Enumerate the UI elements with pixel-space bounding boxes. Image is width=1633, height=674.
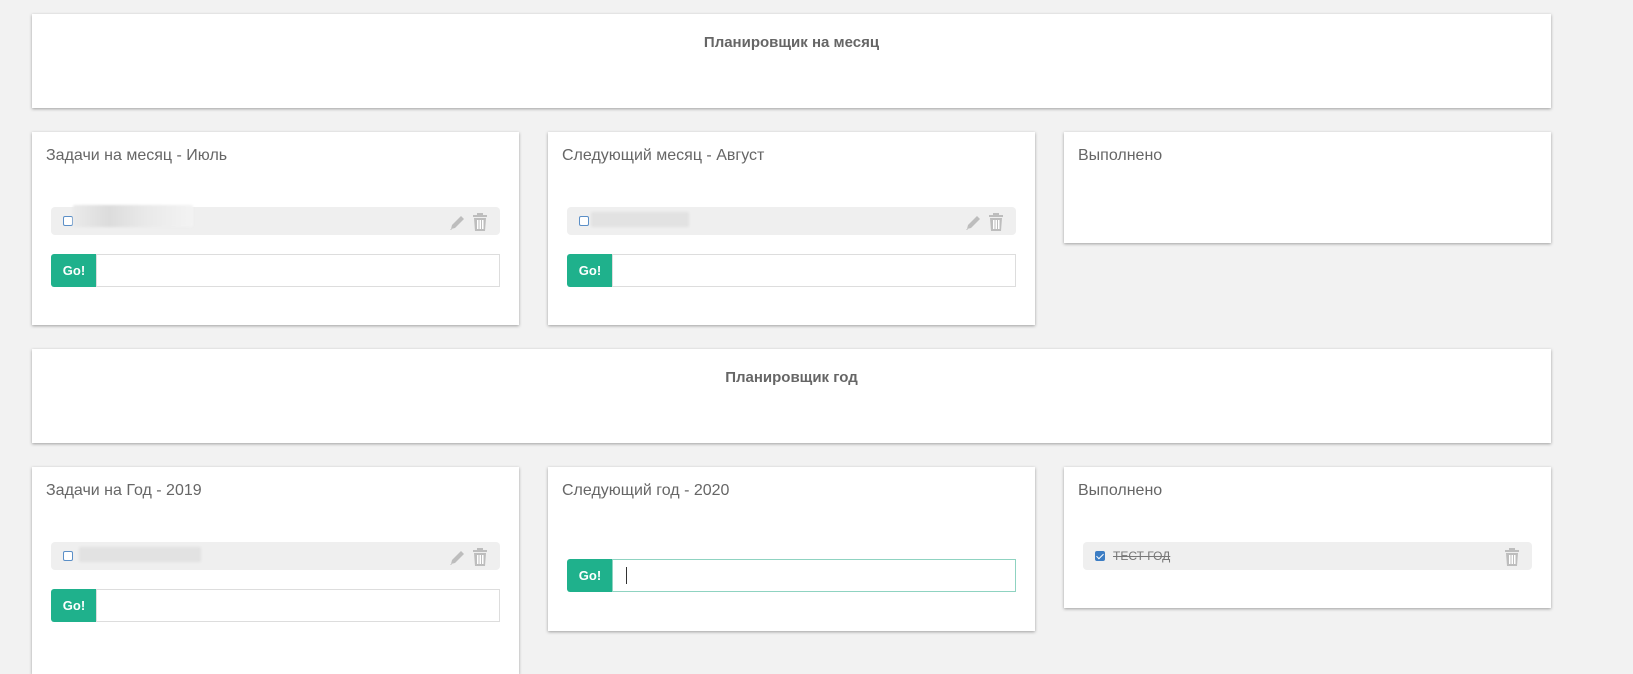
trash-icon[interactable] bbox=[987, 212, 1005, 232]
add-task-form: Go! bbox=[51, 589, 500, 622]
task-input[interactable] bbox=[612, 559, 1016, 592]
task-checkbox[interactable] bbox=[63, 551, 73, 561]
go-button[interactable]: Go! bbox=[567, 559, 613, 592]
task-input[interactable] bbox=[612, 254, 1016, 287]
task-checkbox[interactable] bbox=[63, 216, 73, 226]
trash-icon[interactable] bbox=[1503, 547, 1521, 567]
task-text-redacted bbox=[79, 547, 201, 562]
task-text-redacted bbox=[73, 205, 193, 227]
next-month-title: Следующий месяц - Август bbox=[562, 147, 765, 164]
task-checkbox-checked[interactable] bbox=[1095, 551, 1105, 561]
year-tasks-card: Задачи на Год - 2019 Go! bbox=[32, 467, 519, 674]
go-button[interactable]: Go! bbox=[567, 254, 613, 287]
next-year-card: Следующий год - 2020 Go! bbox=[548, 467, 1035, 631]
task-text-redacted bbox=[591, 212, 689, 227]
year-done-title: Выполнено bbox=[1078, 482, 1163, 499]
month-done-title: Выполнено bbox=[1078, 147, 1163, 164]
trash-icon[interactable] bbox=[471, 547, 489, 567]
year-planner-title: Планировщик год bbox=[725, 369, 858, 386]
done-task-item: ТЕСТ ГОД bbox=[1083, 542, 1532, 570]
pencil-icon[interactable] bbox=[964, 212, 982, 232]
add-task-form: Go! bbox=[51, 254, 500, 287]
trash-icon[interactable] bbox=[471, 212, 489, 232]
next-month-card: Следующий месяц - Август Go! bbox=[548, 132, 1035, 325]
month-planner-title: Планировщик на месяц bbox=[703, 34, 880, 51]
task-item bbox=[567, 207, 1016, 235]
month-planner-banner: Планировщик на месяц bbox=[32, 14, 1551, 108]
year-done-card: Выполнено ТЕСТ ГОД bbox=[1064, 467, 1551, 608]
go-button[interactable]: Go! bbox=[51, 254, 97, 287]
go-button[interactable]: Go! bbox=[51, 589, 97, 622]
add-task-form: Go! bbox=[567, 559, 1016, 592]
done-task-text: ТЕСТ ГОД bbox=[1113, 549, 1171, 563]
add-task-form: Go! bbox=[567, 254, 1016, 287]
pencil-icon[interactable] bbox=[448, 212, 466, 232]
year-planner-banner: Планировщик год bbox=[32, 349, 1551, 443]
next-year-title: Следующий год - 2020 bbox=[562, 482, 730, 499]
task-checkbox[interactable] bbox=[579, 216, 589, 226]
month-done-card: Выполнено bbox=[1064, 132, 1551, 243]
pencil-icon[interactable] bbox=[448, 547, 466, 567]
task-input[interactable] bbox=[96, 589, 500, 622]
task-input[interactable] bbox=[96, 254, 500, 287]
text-caret bbox=[626, 567, 627, 584]
year-tasks-title: Задачи на Год - 2019 bbox=[46, 482, 202, 499]
task-item bbox=[51, 205, 500, 235]
month-tasks-card: Задачи на месяц - Июль Go! bbox=[32, 132, 519, 325]
month-tasks-title: Задачи на месяц - Июль bbox=[46, 147, 228, 164]
task-item bbox=[51, 542, 500, 570]
